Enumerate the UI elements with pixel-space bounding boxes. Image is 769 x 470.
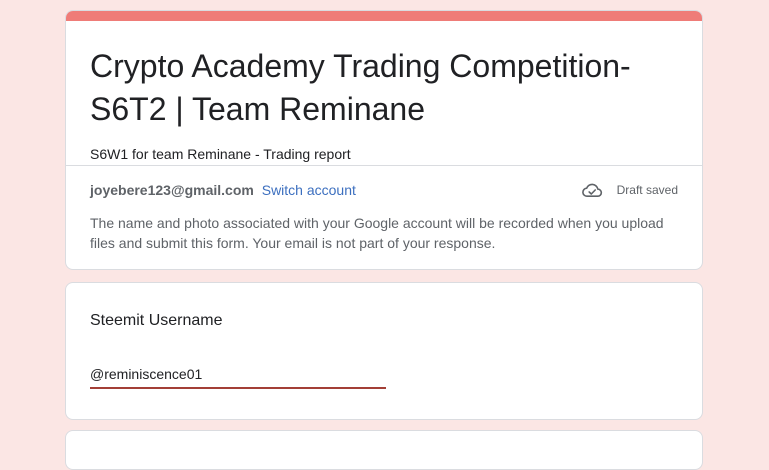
question-card: Steemit Username <box>65 282 703 420</box>
next-question-card <box>65 430 703 470</box>
cloud-done-icon <box>581 183 602 198</box>
question-label: Steemit Username <box>90 312 223 329</box>
account-email: joyebere123@gmail.com <box>90 182 254 198</box>
account-notice: The name and photo associated with your … <box>90 215 664 251</box>
switch-account-link[interactable]: Switch account <box>262 182 356 198</box>
form-title: Crypto Academy Trading Competition-S6T2 … <box>90 48 631 127</box>
draft-status: Draft saved <box>581 180 678 200</box>
draft-status-text: Draft saved <box>616 183 678 197</box>
form-description: S6W1 for team Reminane - Trading report <box>90 146 351 162</box>
header-divider <box>66 165 702 166</box>
form-header-card: Crypto Academy Trading Competition-S6T2 … <box>65 10 703 270</box>
steemit-username-input[interactable] <box>90 361 386 389</box>
account-row: joyebere123@gmail.com Switch account Dra… <box>90 180 678 200</box>
header-accent-bar <box>66 11 702 21</box>
